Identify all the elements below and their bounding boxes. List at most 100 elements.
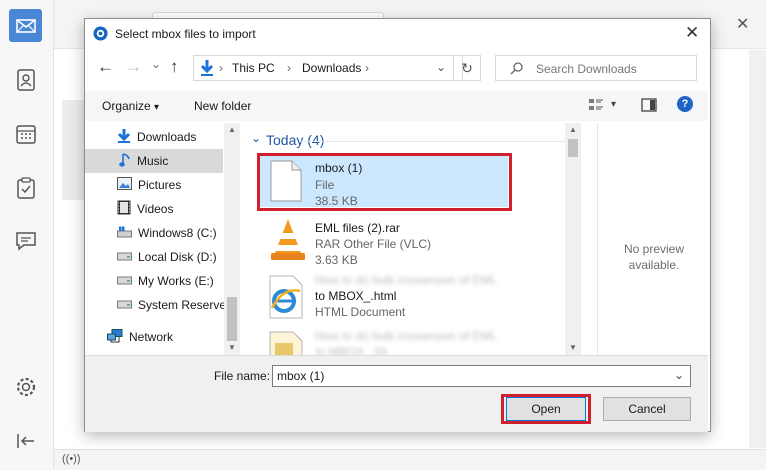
document-icon: [269, 331, 303, 355]
refresh-button[interactable]: ↻: [453, 55, 481, 81]
preview-pane: No preview available.: [597, 123, 709, 355]
help-icon[interactable]: ?: [677, 96, 693, 112]
tree-scrollbar[interactable]: ▲ ▼: [224, 123, 240, 355]
tree-item-local-disk-d[interactable]: Local Disk (D:): [85, 245, 223, 269]
address-bar[interactable]: › This PC › Downloads › ⌄: [193, 55, 463, 81]
file-name: to MBOX_.Sh: [315, 345, 389, 355]
tree-item-downloads[interactable]: Downloads: [85, 125, 223, 149]
tree-item-label: Windows8 (C:): [138, 226, 217, 240]
tree-item-label: System Reserved: [138, 298, 233, 312]
internet-explorer-icon: [269, 275, 303, 322]
close-icon[interactable]: ✕: [685, 23, 699, 43]
drive-icon: [117, 274, 132, 288]
address-dropdown-icon[interactable]: ⌄: [436, 60, 446, 74]
tree-item-label: Downloads: [137, 130, 197, 144]
scroll-down-icon[interactable]: ▼: [228, 343, 236, 352]
file-type: File: [315, 178, 335, 192]
download-arrow-icon: [117, 128, 131, 147]
tree-scroll-thumb[interactable]: [227, 297, 237, 341]
tasks-icon[interactable]: [14, 176, 38, 200]
tree-item-music[interactable]: Music: [85, 149, 223, 173]
file-name-dropdown-icon[interactable]: ⌄: [674, 368, 684, 382]
pictures-icon: [117, 177, 132, 193]
group-collapse-icon[interactable]: ⌄: [251, 131, 261, 145]
file-name-input[interactable]: mbox (1) ⌄: [272, 365, 691, 387]
tree-item-label: Local Disk (D:): [138, 250, 217, 264]
new-folder-button[interactable]: New folder: [194, 99, 251, 113]
cancel-button[interactable]: Cancel: [603, 397, 691, 421]
back-arrow-icon[interactable]: ←: [97, 57, 114, 77]
blurred-file-name: How to do bulk conversion of EML: [315, 329, 498, 343]
breadcrumb-this-pc[interactable]: This PC: [232, 61, 275, 75]
change-view-icon[interactable]: [588, 97, 604, 116]
mail-icon[interactable]: [9, 9, 42, 42]
refresh-icon: ↻: [461, 59, 473, 76]
breadcrumb-downloads[interactable]: Downloads: [302, 61, 361, 75]
file-name-clip: to MBOX_.Sh: [315, 345, 388, 355]
scroll-up-icon[interactable]: ▲: [228, 125, 236, 134]
file-name: mbox (1): [315, 161, 363, 175]
app-scrollbar[interactable]: [749, 50, 766, 448]
drive-icon: [117, 250, 132, 264]
tree-item-videos[interactable]: Videos: [85, 197, 223, 221]
app-status-bar: ((•)): [54, 449, 766, 470]
search-icon: [510, 61, 524, 78]
calendar-icon[interactable]: [14, 122, 38, 146]
search-placeholder: Search Downloads: [536, 62, 637, 76]
collapse-icon[interactable]: [14, 429, 38, 453]
file-name-label: File name:: [214, 369, 271, 383]
organize-arrow-icon: ▾: [154, 102, 160, 113]
tree-item-windows8-c[interactable]: Windows8 (C:): [85, 221, 223, 245]
file-list-scrollbar[interactable]: ▲ ▼: [565, 123, 581, 355]
app-left-rail: [0, 0, 54, 469]
file-type: RAR Other File (VLC): [315, 237, 432, 251]
tree-item-label: Music: [137, 154, 169, 168]
file-size: 38.5 KB: [315, 194, 358, 208]
breadcrumb-separator: ›: [365, 61, 369, 75]
tree-item-label: My Works (E:): [138, 274, 214, 288]
scroll-down-icon[interactable]: ▼: [569, 343, 577, 352]
tree-item-pictures[interactable]: Pictures: [85, 173, 223, 197]
settings-gear-icon[interactable]: [14, 375, 38, 399]
tree-item-label: Pictures: [138, 178, 182, 192]
network-icon: [107, 328, 123, 346]
search-downloads-input[interactable]: Search Downloads: [495, 55, 697, 81]
drive-icon: [117, 298, 132, 312]
dialog-title-bar[interactable]: Select mbox files to import ✕: [85, 19, 710, 49]
tree-item-system-reserved[interactable]: System Reserved: [85, 293, 233, 317]
tree-item-label: Network: [129, 330, 174, 344]
dialog-title: Select mbox files to import: [115, 27, 256, 41]
chat-icon[interactable]: [14, 229, 38, 253]
up-arrow-icon[interactable]: ↑: [170, 57, 179, 77]
open-button[interactable]: Open: [506, 397, 586, 421]
file-size: 3.63 KB: [315, 253, 358, 267]
breadcrumb-separator: ›: [287, 61, 291, 75]
tree-item-my-works-e[interactable]: My Works (E:): [85, 269, 223, 293]
file-name: EML files (2).rar: [315, 221, 400, 235]
tree-item-label: Videos: [137, 202, 174, 216]
tree-item-network[interactable]: Network: [85, 325, 223, 349]
navigation-pane: Downloads Music Pictures Videos Windows8…: [85, 123, 240, 355]
scroll-up-icon[interactable]: ▲: [569, 125, 577, 134]
app-close-icon[interactable]: ✕: [736, 14, 749, 34]
broadcast-icon: ((•)): [62, 453, 81, 465]
preview-pane-icon[interactable]: [641, 98, 657, 115]
file-name-value: mbox (1): [277, 369, 325, 383]
view-options-arrow-icon[interactable]: ▾: [611, 99, 616, 110]
forward-arrow-icon[interactable]: →: [125, 57, 142, 77]
command-bar: Organize ▾ New folder ▾ ?: [85, 91, 708, 121]
recent-locations-icon[interactable]: ⌄: [151, 57, 161, 71]
file-list-scroll-thumb[interactable]: [568, 139, 578, 157]
group-header[interactable]: Today (4): [266, 132, 324, 148]
vlc-cone-icon: [268, 217, 308, 266]
file-open-dialog: Select mbox files to import ✕ ← → ⌄ ↑ › …: [84, 18, 711, 432]
group-divider: [301, 141, 571, 142]
file-type: HTML Document: [315, 305, 406, 319]
videos-icon: [117, 200, 131, 218]
dialog-footer: File name: mbox (1) ⌄ Open Cancel: [85, 355, 708, 432]
windows-drive-icon: [117, 226, 132, 241]
organize-menu[interactable]: Organize ▾: [102, 99, 159, 113]
downloads-folder-icon: [200, 59, 214, 80]
no-preview-text: No preview available.: [623, 242, 685, 272]
contacts-icon[interactable]: [14, 68, 38, 92]
